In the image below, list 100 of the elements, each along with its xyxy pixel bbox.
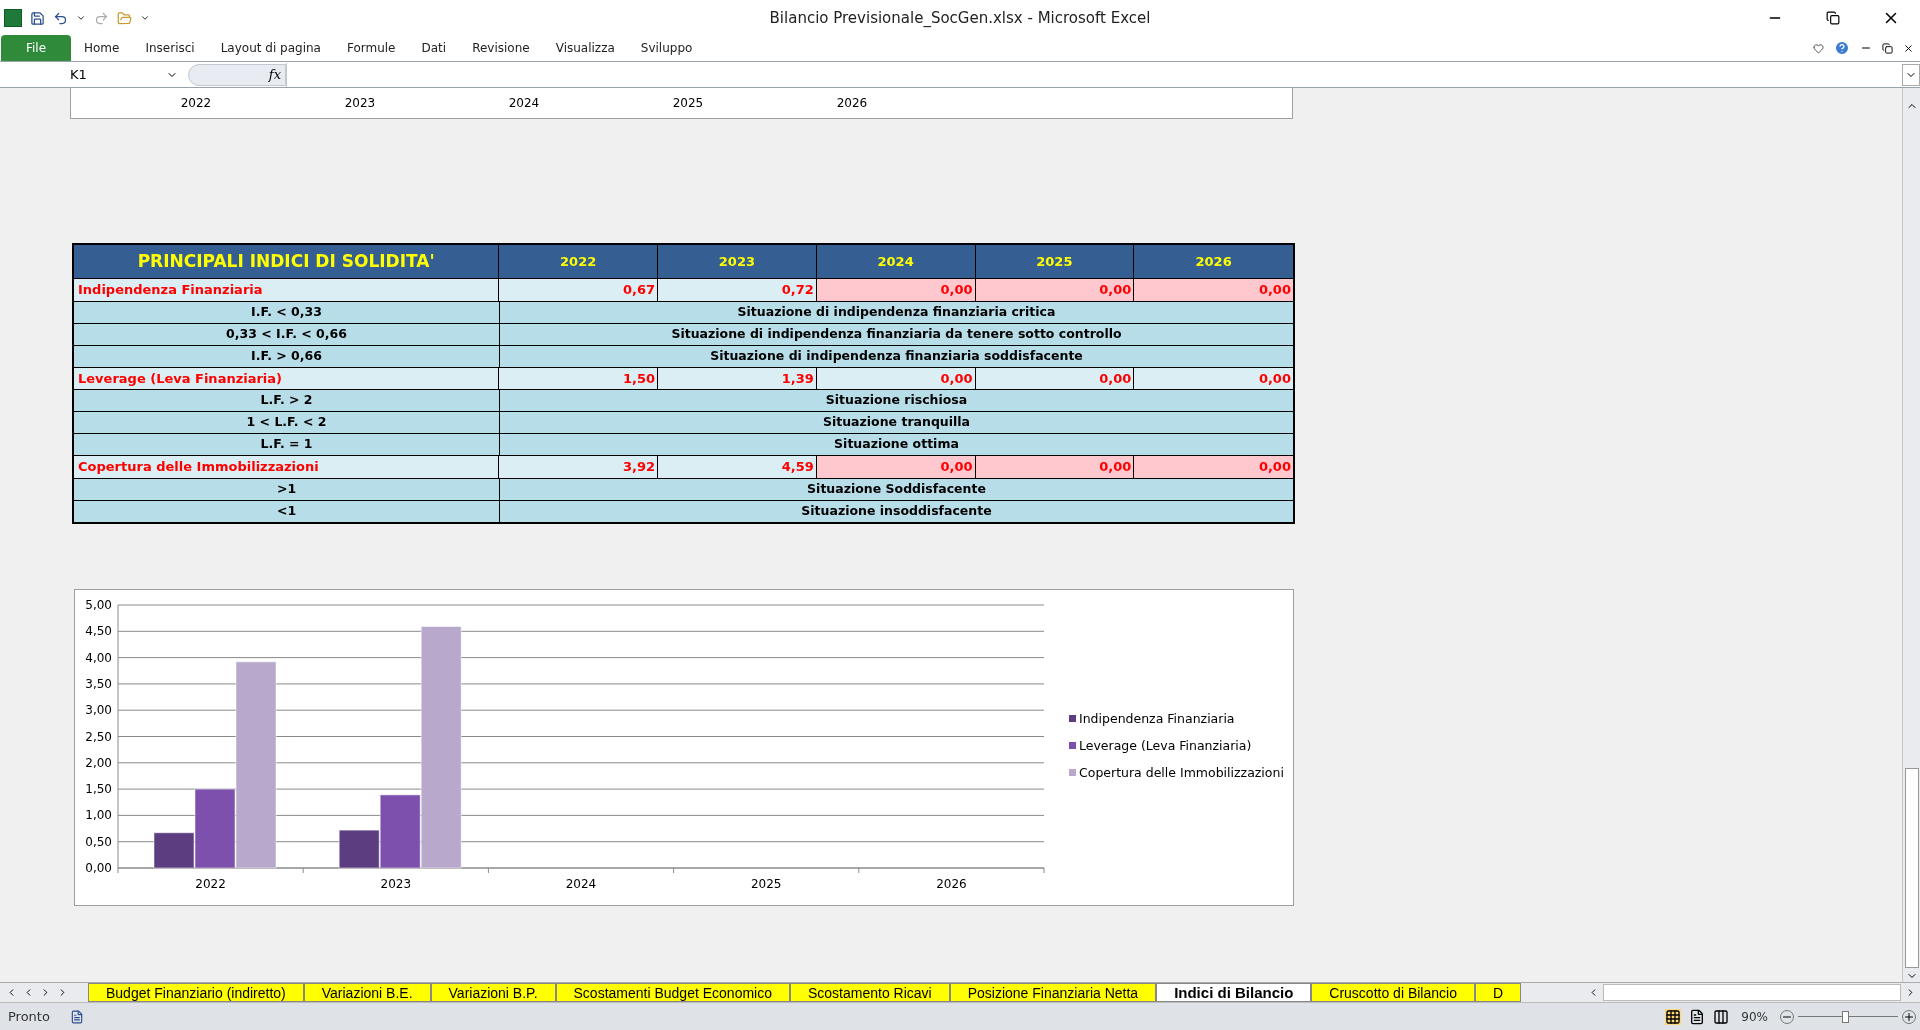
sheet-tab[interactable]: Variazioni B.E. — [303, 983, 431, 1002]
threshold-cell: I.F. < 0,33 — [74, 301, 500, 323]
x-axis-label: 2025 — [750, 876, 782, 891]
threshold-cell: I.F. > 0,66 — [74, 345, 500, 367]
value-cell: 0,67 — [499, 279, 659, 301]
table-title: PRINCIPALI INDICI DI SOLIDITA' — [74, 245, 500, 278]
value-cell: 0,00 — [1134, 367, 1293, 389]
x-axis-label: 2026 — [835, 95, 869, 112]
undo-icon[interactable] — [53, 10, 68, 26]
folder-icon[interactable] — [117, 10, 132, 26]
value-cell: 4,59 — [658, 456, 817, 478]
page-layout-icon[interactable] — [1689, 1008, 1706, 1025]
y-axis-label: 4,00 — [85, 650, 112, 665]
sheet-tab[interactable]: Variazioni B.P. — [430, 983, 556, 1002]
value-cell: 0,00 — [816, 279, 976, 301]
x-axis-label: 2025 — [671, 95, 705, 112]
name-box[interactable]: K1 — [0, 63, 180, 86]
threshold-cell: 1 < L.F. < 2 — [74, 412, 500, 433]
column-header: 2025 — [975, 245, 1135, 278]
expand-formula-bar-icon[interactable] — [1902, 63, 1920, 86]
window-title: Bilancio Previsionale_SocGen.xlsx - Microsoft Excel — [769, 7, 1151, 29]
column-header: 2022 — [499, 245, 659, 278]
sheet-tab[interactable]: Budget Finanziario (indiretto) — [88, 983, 304, 1002]
value-cell: 3,92 — [499, 456, 659, 478]
scroll-thumb[interactable] — [1904, 768, 1919, 968]
legend-label: Copertura delle Immobilizzazioni — [1079, 764, 1284, 780]
workbook-close-icon[interactable] — [1903, 42, 1914, 54]
help-icon[interactable] — [1834, 40, 1850, 56]
workbook-restore-icon[interactable] — [1882, 42, 1893, 54]
legend-label: Indipendenza Finanziaria — [1079, 710, 1235, 726]
x-axis-label: 2024 — [565, 876, 597, 891]
normal-view-icon[interactable] — [1665, 1008, 1682, 1025]
restore-icon[interactable] — [1826, 11, 1840, 25]
ribbon-tab[interactable]: Inserisci — [132, 35, 208, 61]
y-axis-label: 2,00 — [85, 755, 112, 770]
indicator-label-cell: Leverage (Leva Finanziaria) — [74, 367, 500, 389]
ribbon-tab[interactable]: Dati — [408, 35, 460, 61]
column-header: 2024 — [816, 245, 976, 278]
ribbon-tab[interactable]: Formule — [333, 35, 409, 61]
sheet-tab[interactable]: Posizione Finanziaria Netta — [949, 983, 1157, 1002]
x-axis-label: 2026 — [936, 876, 967, 891]
threshold-cell: >1 — [74, 478, 500, 500]
y-axis-label: 0,50 — [85, 834, 112, 849]
value-cell: 0,00 — [1134, 279, 1293, 301]
value-cell: 0,00 — [975, 367, 1135, 389]
description-cell-text: Situazione di indipendenza finanziaria soddisfacente — [709, 346, 1084, 365]
sheet-tab[interactable]: Scostamento Ricavi — [790, 983, 950, 1002]
value-cell: 0,00 — [975, 456, 1135, 478]
description-cell-text: Situazione ottima — [833, 435, 960, 454]
ribbon-tab[interactable]: Home — [71, 35, 133, 61]
description-cell-text: Situazione tranquilla — [821, 413, 972, 432]
sheet-tab[interactable]: Scostamenti Budget Economico — [555, 983, 790, 1002]
y-axis-label: 0,00 — [85, 860, 112, 875]
column-header: 2026 — [1194, 252, 1233, 271]
ribbon-tab[interactable]: Layout di pagina — [207, 35, 334, 61]
y-axis-label: 3,50 — [85, 676, 112, 691]
description-cell-text: Situazione insoddisfacente — [800, 501, 993, 520]
insert-function-button[interactable]: fx — [188, 63, 286, 86]
indicator-label-cell: Copertura delle Immobilizzazioni — [74, 456, 500, 478]
sheet-tab[interactable]: Cruscotto di Bilancio — [1311, 983, 1475, 1002]
value-cell: 0,00 — [1134, 456, 1293, 478]
description-cell-text: Situazione rischiosa — [824, 391, 969, 410]
zoom-level: 90% — [1741, 1008, 1768, 1026]
status-text: Pronto — [7, 1007, 51, 1026]
zoom-slider-thumb[interactable] — [1842, 1010, 1849, 1023]
description-cell-text: Situazione di indipendenza finanziaria da tenere sotto controllo — [670, 324, 1123, 343]
threshold-cell: L.F. = 1 — [74, 434, 500, 455]
value-cell: 0,72 — [658, 279, 817, 301]
value-cell: 0,00 — [816, 367, 976, 389]
x-axis-label: 2022 — [179, 95, 213, 112]
legend-label: Leverage (Leva Finanziaria) — [1079, 737, 1252, 753]
indicator-label-cell: Indipendenza Finanziaria — [74, 279, 500, 301]
threshold-cell: L.F. > 2 — [74, 390, 500, 411]
caret-icon[interactable] — [76, 13, 86, 23]
ribbon-tab[interactable]: Visualizza — [542, 35, 628, 61]
page-break-icon[interactable] — [1713, 1008, 1730, 1025]
description-cell-text: Situazione Soddisfacente — [806, 479, 987, 498]
sheet-tab[interactable]: Indici di Bilancio — [1156, 983, 1312, 1002]
save-icon[interactable] — [30, 10, 45, 26]
sheet-tab[interactable]: D — [1474, 983, 1522, 1002]
y-axis-label: 1,50 — [85, 781, 112, 796]
y-axis-label: 4,50 — [85, 623, 112, 638]
x-axis-label: 2022 — [195, 876, 226, 891]
description-cell-text: Situazione di indipendenza finanziaria critica — [736, 302, 1057, 321]
x-axis-label: 2023 — [343, 95, 377, 112]
x-axis-label: 2023 — [380, 876, 412, 891]
value-cell: 0,00 — [975, 279, 1135, 301]
y-axis-label: 5,00 — [85, 597, 112, 612]
file-tab[interactable]: File — [1, 35, 71, 61]
y-axis-label: 3,00 — [85, 702, 112, 717]
ribbon-tab[interactable]: Revisione — [459, 35, 543, 61]
horizontal-scrollbar[interactable] — [1603, 984, 1901, 1001]
column-header: 2023 — [658, 245, 817, 278]
ribbon-tab[interactable]: Sviluppo — [627, 35, 706, 61]
customize-caret-icon[interactable] — [140, 13, 150, 23]
value-cell: 0,00 — [816, 456, 976, 478]
vertical-scrollbar[interactable] — [1902, 88, 1920, 982]
zoom-slider-track[interactable] — [1798, 1009, 1898, 1024]
y-axis-label: 1,00 — [85, 807, 112, 822]
threshold-cell: 0,33 < I.F. < 0,66 — [74, 323, 500, 345]
